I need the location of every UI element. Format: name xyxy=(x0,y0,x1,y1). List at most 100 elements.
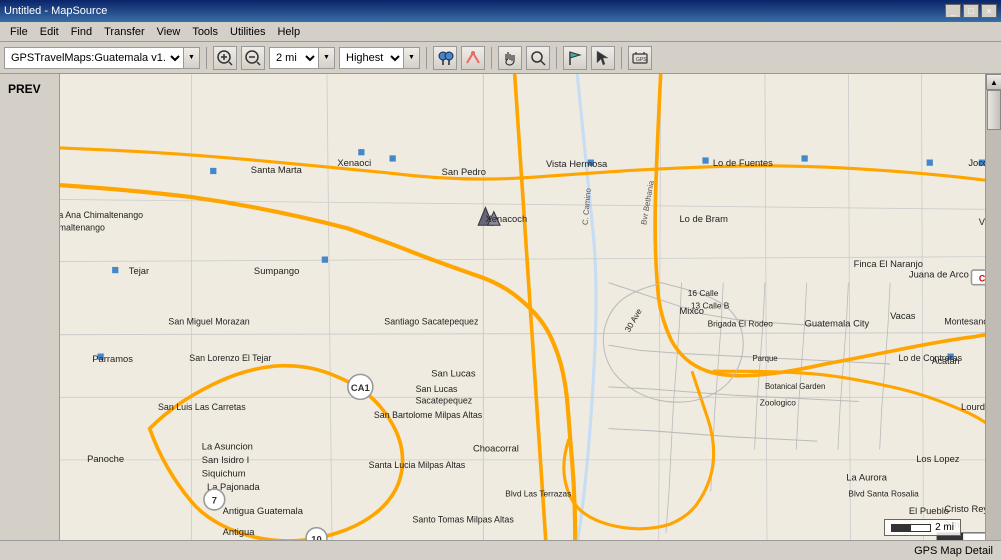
zoom-select-button[interactable] xyxy=(526,46,550,70)
waypoint-icon xyxy=(436,49,454,67)
route-icon xyxy=(464,49,482,67)
quality-select[interactable]: Highest High Medium Low xyxy=(339,47,404,69)
menu-view[interactable]: View xyxy=(151,24,187,40)
scale-bar-fill xyxy=(892,525,911,531)
svg-text:Jocotales: Jocotales xyxy=(968,158,985,168)
svg-text:San Pedro: San Pedro xyxy=(442,167,486,177)
menu-tools[interactable]: Tools xyxy=(186,24,224,40)
svg-text:16 Calle: 16 Calle xyxy=(688,288,719,298)
svg-text:El Pueblo: El Pueblo xyxy=(909,506,949,516)
svg-text:Lo de Contreras: Lo de Contreras xyxy=(898,353,962,363)
scale-label: 2 mi xyxy=(935,522,954,533)
svg-text:Parque: Parque xyxy=(752,354,777,363)
svg-text:Brigada El Rodeo: Brigada El Rodeo xyxy=(708,318,774,328)
svg-text:Lo de Fuentes: Lo de Fuentes xyxy=(713,158,773,168)
quality-arrow[interactable]: ▼ xyxy=(404,47,420,69)
svg-text:13 Calle B: 13 Calle B xyxy=(691,301,730,311)
menubar: File Edit Find Transfer View Tools Utili… xyxy=(0,22,1001,42)
scroll-up-button[interactable]: ▲ xyxy=(986,74,1001,90)
window-controls: _ □ × xyxy=(945,4,997,18)
svg-text:Panoche: Panoche xyxy=(87,454,124,464)
svg-text:Santa Marta: Santa Marta xyxy=(251,165,303,175)
sep2 xyxy=(426,47,427,69)
map-source-dropdown-arrow[interactable]: ▼ xyxy=(184,47,200,69)
zoom-out-icon xyxy=(244,49,262,67)
svg-text:Choacorral: Choacorral xyxy=(473,444,519,454)
svg-text:Parramos: Parramos xyxy=(92,354,133,364)
flag-icon xyxy=(566,49,584,67)
svg-text:Montesano: Montesano xyxy=(944,316,985,326)
zoom-out-button[interactable] xyxy=(241,46,265,70)
svg-text:Santo Tomas Milpas Altas: Santo Tomas Milpas Altas xyxy=(412,514,514,524)
svg-text:Vuelta Grande: Vuelta Grande xyxy=(979,217,985,227)
svg-text:GPS: GPS xyxy=(636,57,647,63)
menu-utilities[interactable]: Utilities xyxy=(224,24,271,40)
svg-text:La Aurora: La Aurora xyxy=(846,473,887,483)
add-waypoint-button[interactable] xyxy=(433,46,457,70)
vertical-scrollbar: ▲ ▼ xyxy=(985,74,1001,560)
map-source-select[interactable]: GPSTravelMaps:Guatemala v1.5 Routable xyxy=(4,47,184,69)
minimize-button[interactable]: _ xyxy=(945,4,961,18)
hand-icon xyxy=(501,49,519,67)
prev-button[interactable]: PREV xyxy=(4,78,55,100)
svg-text:CA-9: CA-9 xyxy=(979,274,985,284)
svg-text:San Luis Las Carretas: San Luis Las Carretas xyxy=(158,402,246,412)
cursor-button[interactable] xyxy=(591,46,615,70)
svg-text:San Lucas: San Lucas xyxy=(431,368,476,378)
gps-button[interactable]: GPS xyxy=(628,46,652,70)
hand-tool-button[interactable] xyxy=(498,46,522,70)
svg-text:Vacas: Vacas xyxy=(890,311,916,321)
sep3 xyxy=(491,47,492,69)
scale-bar xyxy=(891,524,931,532)
menu-help[interactable]: Help xyxy=(271,24,306,40)
zoom-in-button[interactable] xyxy=(213,46,237,70)
app-title: Untitled - MapSource xyxy=(4,5,107,17)
menu-edit[interactable]: Edit xyxy=(34,24,65,40)
svg-text:Guatemala City: Guatemala City xyxy=(805,318,870,328)
svg-text:Finca El Naranjo: Finca El Naranjo xyxy=(854,259,923,269)
scroll-thumb[interactable] xyxy=(987,90,1001,130)
svg-text:Antigua: Antigua xyxy=(223,527,256,537)
cursor-icon xyxy=(594,49,612,67)
svg-text:San Miguel Morazan: San Miguel Morazan xyxy=(168,316,249,326)
toolbar: GPSTravelMaps:Guatemala v1.5 Routable ▼ … xyxy=(0,42,1001,74)
svg-text:San Isidro I: San Isidro I xyxy=(202,455,249,465)
zoom-select-icon xyxy=(529,49,547,67)
svg-text:San Lorenzo El Tejar: San Lorenzo El Tejar xyxy=(189,353,271,363)
menu-file[interactable]: File xyxy=(4,24,34,40)
svg-text:Sumpango: Sumpango xyxy=(254,266,299,276)
sep4 xyxy=(556,47,557,69)
svg-text:Xenacoch: Xenacoch xyxy=(485,214,527,224)
map-svg: Santa Marta Xenaoci San Pedro Vista Herm… xyxy=(60,74,985,560)
left-panel: PREV xyxy=(0,74,60,560)
svg-text:Tejar: Tejar xyxy=(129,266,149,276)
svg-text:San Bartolome Milpas Altas: San Bartolome Milpas Altas xyxy=(374,410,483,420)
zoom-level-arrow[interactable]: ▼ xyxy=(319,47,335,69)
zoom-level-select[interactable]: 2 mi 5 mi 10 mi xyxy=(269,47,319,69)
menu-find[interactable]: Find xyxy=(65,24,98,40)
svg-text:Lo de Bram: Lo de Bram xyxy=(679,214,728,224)
zoom-in-icon xyxy=(216,49,234,67)
scroll-track[interactable] xyxy=(986,90,1001,544)
map-container[interactable]: Santa Marta Xenaoci San Pedro Vista Herm… xyxy=(60,74,985,560)
quality-dropdown-wrap: Highest High Medium Low ▼ xyxy=(339,47,420,69)
zoom-level-dropdown-wrap: 2 mi 5 mi 10 mi ▼ xyxy=(269,47,335,69)
svg-text:Xenaoci: Xenaoci xyxy=(337,158,371,168)
close-button[interactable]: × xyxy=(981,4,997,18)
route-button[interactable] xyxy=(461,46,485,70)
svg-text:Chimaltenango: Chimaltenango xyxy=(60,222,105,232)
menu-transfer[interactable]: Transfer xyxy=(98,24,151,40)
maximize-button[interactable]: □ xyxy=(963,4,979,18)
svg-text:CA1: CA1 xyxy=(351,383,370,393)
sep1 xyxy=(206,47,207,69)
flag-button[interactable] xyxy=(563,46,587,70)
svg-text:Siquichum: Siquichum xyxy=(202,469,246,479)
statusbar: GPS Map Detail xyxy=(0,540,1001,560)
svg-text:Vista Hermosa: Vista Hermosa xyxy=(546,159,608,169)
main-area: PREV xyxy=(0,74,1001,560)
svg-text:San Lucas: San Lucas xyxy=(416,384,458,394)
svg-text:Botanical Garden: Botanical Garden xyxy=(765,382,825,391)
svg-text:Cristo Rey: Cristo Rey xyxy=(944,504,985,514)
svg-text:Los Lopez: Los Lopez xyxy=(916,454,960,464)
svg-text:Santa Ana Chimaltenango: Santa Ana Chimaltenango xyxy=(60,210,143,220)
